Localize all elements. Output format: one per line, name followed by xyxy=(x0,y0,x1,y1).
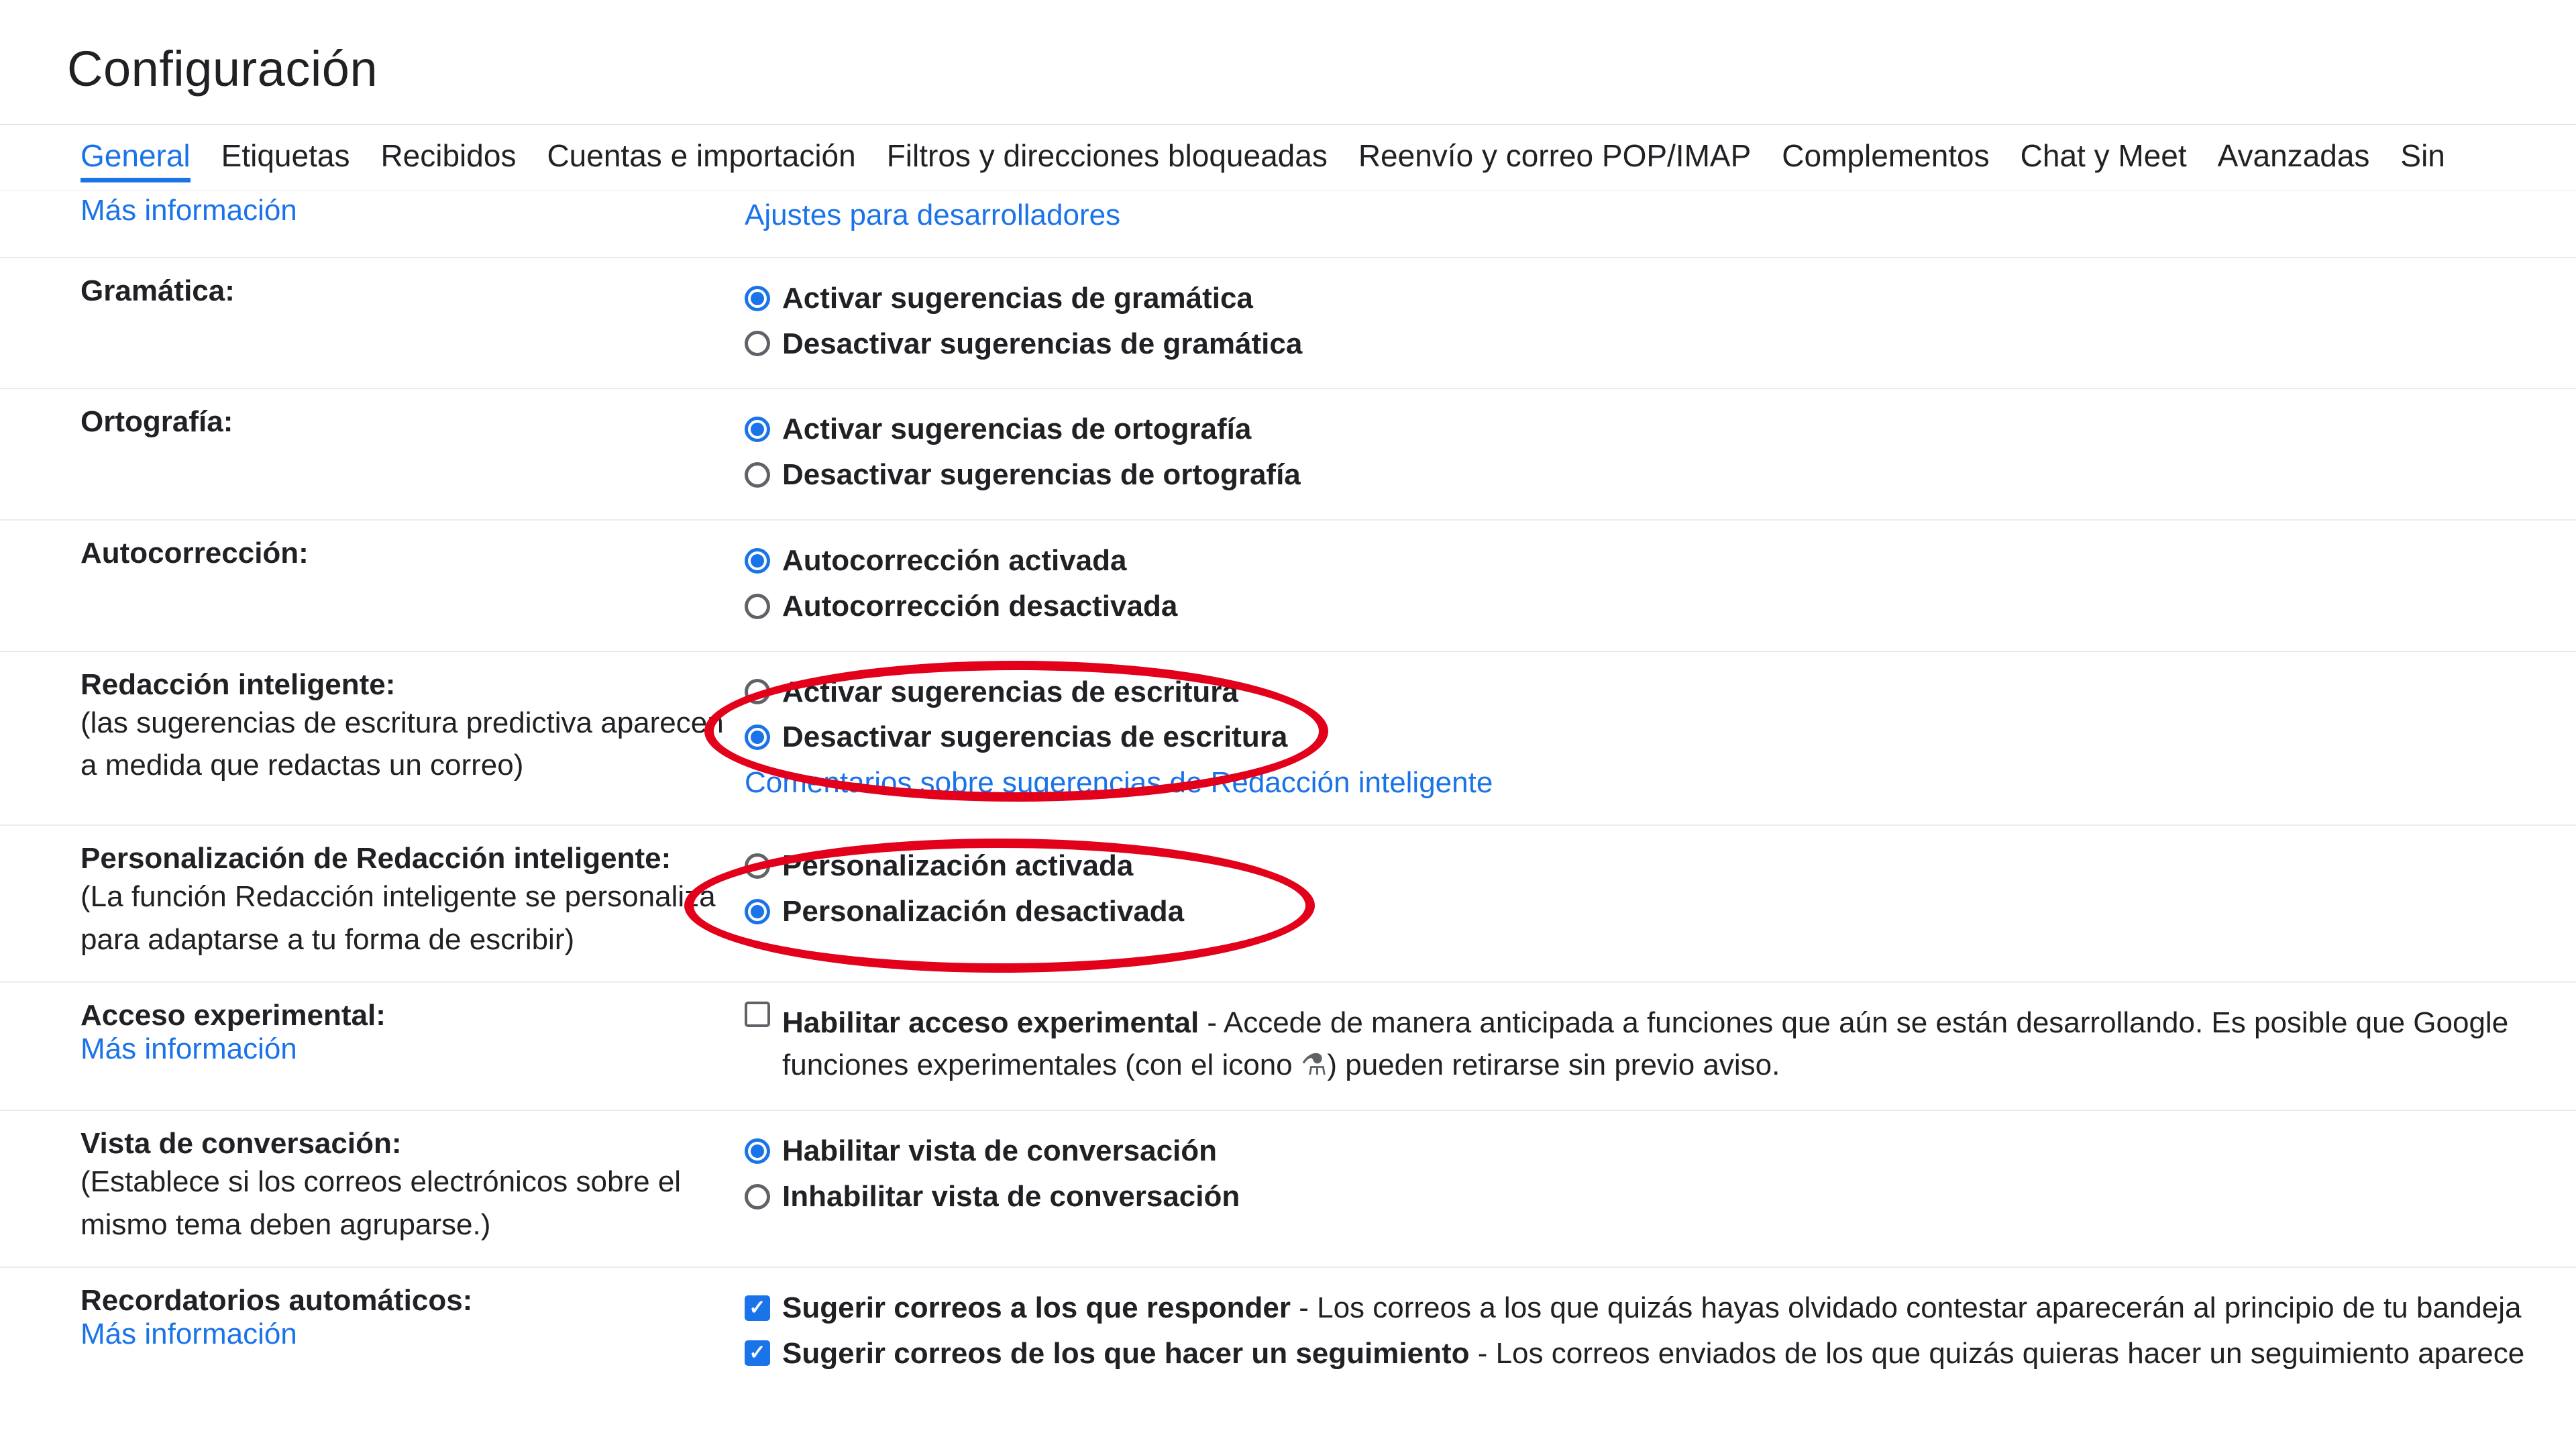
tab-addons[interactable]: Complementos xyxy=(1782,138,1989,178)
radio-conversation-on-label: Habilitar vista de conversación xyxy=(782,1130,1217,1173)
link-experimental-more[interactable]: Más información xyxy=(80,1032,297,1065)
checkbox-nudge-reply[interactable] xyxy=(745,1295,770,1321)
nudge-follow-label: Sugerir correos de los que hacer un segu… xyxy=(782,1337,1469,1370)
experimental-desc2b: ) pueden retirarse sin previo aviso. xyxy=(1327,1049,1780,1081)
radio-autocorrect-on[interactable] xyxy=(745,548,770,574)
flask-icon: ⚗ xyxy=(1301,1044,1327,1087)
tab-filters[interactable]: Filtros y direcciones bloqueadas xyxy=(887,138,1328,178)
row-spelling: Ortografía: Activar sugerencias de ortog… xyxy=(0,389,2576,521)
settings-tabs: General Etiquetas Recibidos Cuentas e im… xyxy=(0,124,2576,191)
label-smartcompose-pers: Personalización de Redacción inteligente… xyxy=(80,842,671,875)
page-title: Configuración xyxy=(0,13,2576,124)
checkbox-experimental[interactable] xyxy=(745,1002,770,1027)
radio-spelling-on-label: Activar sugerencias de ortografía xyxy=(782,408,1251,451)
nudge-reply-desc: - Los correos a los que quizás hayas olv… xyxy=(1291,1291,2521,1324)
sub-smartcompose: (las sugerencias de escritura predictiva… xyxy=(80,706,724,782)
radio-autocorrect-on-label: Autocorrección activada xyxy=(782,539,1127,582)
radio-conversation-on[interactable] xyxy=(745,1138,770,1164)
radio-spelling-on[interactable] xyxy=(745,417,770,442)
radio-pers-off[interactable] xyxy=(745,899,770,924)
label-nudges: Recordatorios automáticos: xyxy=(80,1284,472,1317)
radio-pers-on-label: Personalización activada xyxy=(782,845,1133,888)
radio-smartcompose-off[interactable] xyxy=(745,724,770,750)
tab-inbox[interactable]: Recibidos xyxy=(380,138,516,178)
radio-autocorrect-off-label: Autocorrección desactivada xyxy=(782,585,1177,628)
row-autocorrect: Autocorrección: Autocorrección activada … xyxy=(0,521,2576,652)
tab-labels[interactable]: Etiquetas xyxy=(221,138,350,178)
tab-offline[interactable]: Sin xyxy=(2400,138,2445,178)
radio-conversation-off-label: Inhabilitar vista de conversación xyxy=(782,1175,1240,1218)
link-dev-settings[interactable]: Ajustes para desarrolladores xyxy=(745,199,1120,231)
radio-conversation-off[interactable] xyxy=(745,1184,770,1210)
radio-grammar-off-label: Desactivar sugerencias de gramática xyxy=(782,323,1302,366)
label-conversation: Vista de conversación: xyxy=(80,1127,402,1160)
radio-grammar-off[interactable] xyxy=(745,331,770,356)
experimental-desc2a: funciones experimentales (con el icono xyxy=(782,1049,1301,1081)
label-experimental: Acceso experimental: xyxy=(80,999,386,1032)
sub-conversation: (Establece si los correos electrónicos s… xyxy=(80,1165,681,1241)
radio-autocorrect-off[interactable] xyxy=(745,594,770,619)
tab-chat[interactable]: Chat y Meet xyxy=(2021,138,2187,178)
row-dev-links: Más información Ajustes para desarrollad… xyxy=(0,191,2576,258)
row-smartcompose: Redacción inteligente: (las sugerencias … xyxy=(0,652,2576,826)
nudge-reply-label: Sugerir correos a los que responder xyxy=(782,1291,1291,1324)
radio-grammar-on-label: Activar sugerencias de gramática xyxy=(782,277,1253,320)
label-smartcompose: Redacción inteligente: xyxy=(80,668,395,701)
experimental-desc1: - Accede de manera anticipada a funcione… xyxy=(1199,1006,2508,1039)
radio-smartcompose-on[interactable] xyxy=(745,679,770,704)
tab-accounts[interactable]: Cuentas e importación xyxy=(547,138,855,178)
radio-grammar-on[interactable] xyxy=(745,286,770,311)
checkbox-nudge-follow[interactable] xyxy=(745,1340,770,1366)
link-more-info-top[interactable]: Más información xyxy=(80,194,297,227)
tab-forwarding[interactable]: Reenvío y correo POP/IMAP xyxy=(1358,138,1751,178)
row-smartcompose-pers: Personalización de Redacción inteligente… xyxy=(0,826,2576,983)
label-grammar: Gramática: xyxy=(80,274,235,307)
label-spelling: Ortografía: xyxy=(80,405,233,438)
row-experimental: Acceso experimental: Más información Hab… xyxy=(0,983,2576,1112)
row-conversation: Vista de conversación: (Establece si los… xyxy=(0,1111,2576,1268)
link-smartcompose-feedback[interactable]: Comentarios sobre sugerencias de Redacci… xyxy=(745,766,1493,799)
radio-spelling-off-label: Desactivar sugerencias de ortografía xyxy=(782,453,1301,496)
label-autocorrect: Autocorrección: xyxy=(80,537,309,570)
nudge-follow-desc: - Los correos enviados de los que quizás… xyxy=(1469,1337,2524,1370)
radio-smartcompose-off-label: Desactivar sugerencias de escritura xyxy=(782,716,1287,759)
link-nudges-more[interactable]: Más información xyxy=(80,1318,297,1350)
tab-advanced[interactable]: Avanzadas xyxy=(2218,138,2370,178)
checkbox-experimental-label: Habilitar acceso experimental xyxy=(782,1006,1199,1039)
tab-general[interactable]: General xyxy=(80,138,191,182)
radio-smartcompose-on-label: Activar sugerencias de escritura xyxy=(782,671,1238,714)
radio-pers-off-label: Personalización desactivada xyxy=(782,890,1184,933)
sub-smartcompose-pers: (La función Redacción inteligente se per… xyxy=(80,880,716,956)
radio-pers-on[interactable] xyxy=(745,853,770,879)
row-nudges: Recordatorios automáticos: Más informaci… xyxy=(0,1268,2576,1398)
row-grammar: Gramática: Activar sugerencias de gramát… xyxy=(0,258,2576,390)
radio-spelling-off[interactable] xyxy=(745,462,770,488)
